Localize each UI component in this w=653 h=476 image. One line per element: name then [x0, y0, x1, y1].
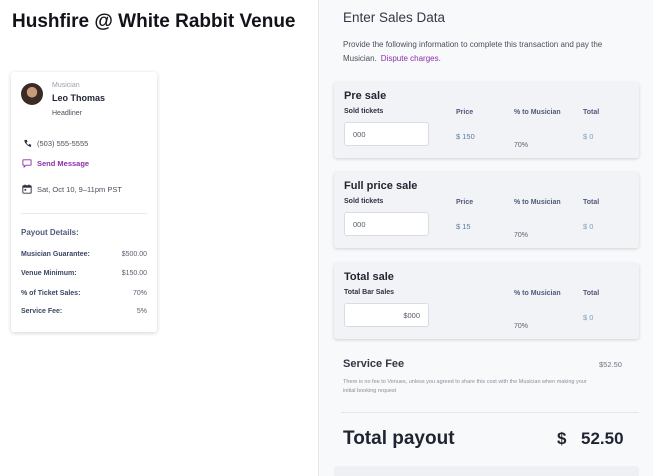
totalsale-card: Total sale Total Bar Sales $000 % to Mus… [334, 263, 639, 339]
card-title: Full price sale [344, 180, 418, 192]
service-fee-note: There is no fee to Venues, unless you ag… [343, 379, 587, 394]
form-heading: Enter Sales Data [343, 10, 446, 25]
price-value: $ 15 [456, 222, 471, 231]
payout-detail-row: Service Fee: 5% [21, 308, 147, 315]
phone-row: (503) 555-5555 [21, 139, 88, 148]
service-fee-label: Service Fee [343, 358, 405, 370]
card-title: Pre sale [344, 90, 387, 102]
presale-card: Pre sale Sold tickets 000 Price $ 150 % … [334, 82, 639, 158]
price-label: Price [456, 109, 474, 116]
avatar [21, 83, 43, 105]
event-title: Hushfire @ White Rabbit Venue [12, 11, 296, 32]
total-label: Total [583, 199, 600, 206]
phone-icon [21, 139, 33, 148]
payout-detail-label: Musician Guarantee: [21, 251, 90, 258]
next-section-edge [334, 466, 639, 476]
musician-card: Musician Leo Thomas Headliner (503) 555-… [11, 72, 157, 332]
fullprice-tickets-input[interactable]: 000 [344, 212, 429, 236]
pct-value: 70% [514, 142, 529, 149]
total-label: Total [583, 290, 600, 297]
left-panel: Hushfire @ White Rabbit Venue Musician L… [0, 0, 318, 476]
price-value: $ 150 [456, 132, 475, 141]
total-value: $ 0 [583, 222, 594, 231]
dispute-charges-link[interactable]: Dispute charges. [381, 54, 441, 63]
total-label: Total [583, 109, 600, 116]
payout-detail-label: % of Ticket Sales: [21, 290, 81, 297]
total-value: $ 0 [583, 132, 594, 141]
send-message-label: Send Message [37, 159, 90, 168]
fullprice-card: Full price sale Sold tickets 000 Price $… [334, 172, 639, 248]
field-label: Sold tickets [344, 108, 384, 115]
musician-name: Leo Thomas [52, 93, 106, 103]
event-date-row: Sat, Oct 10, 9–11pm PST [21, 184, 122, 194]
form-intro: Provide the following information to com… [343, 38, 643, 66]
payout-detail-label: Service Fee: [21, 308, 63, 315]
sales-form-panel: Enter Sales Data Provide the following i… [319, 0, 653, 476]
payout-details-heading: Payout Details: [21, 228, 79, 237]
pct-value: 70% [514, 323, 529, 330]
message-icon [21, 159, 33, 168]
total-payout-label: Total payout [343, 428, 455, 449]
event-datetime: Sat, Oct 10, 9–11pm PST [37, 184, 122, 194]
divider [341, 412, 639, 413]
service-fee-value: $52.50 [599, 360, 622, 369]
price-label: Price [456, 199, 474, 206]
presale-tickets-input[interactable]: 000 [344, 122, 429, 146]
payout-detail-row: Musician Guarantee: $500.00 [21, 251, 147, 258]
field-label: Sold tickets [344, 198, 384, 205]
payout-detail-row: Venue Minimum: $150.00 [21, 270, 147, 277]
payout-detail-value: 5% [136, 308, 147, 315]
total-payout-currency: $ [557, 429, 567, 448]
musician-role-label: Musician [52, 82, 80, 89]
payout-detail-label: Venue Minimum: [21, 270, 77, 277]
musician-billing: Headliner [52, 110, 82, 117]
pct-label: % to Musician [514, 109, 561, 116]
payout-detail-value: 70% [132, 290, 147, 297]
field-label: Total Bar Sales [344, 289, 395, 296]
payout-detail-value: $150.00 [121, 270, 147, 277]
payout-detail-row: % of Ticket Sales: 70% [21, 290, 147, 297]
divider [21, 213, 147, 214]
bar-sales-input[interactable]: $000 [344, 303, 429, 327]
send-message-link[interactable]: Send Message [21, 159, 89, 168]
calendar-icon [21, 184, 33, 194]
payout-detail-value: $500.00 [121, 251, 147, 258]
pct-value: 70% [514, 232, 529, 239]
pct-label: % to Musician [514, 199, 561, 206]
phone-number: (503) 555-5555 [37, 139, 89, 148]
total-payout-value: 52.50 [581, 429, 624, 448]
pct-label: % to Musician [514, 290, 561, 297]
card-title: Total sale [344, 271, 394, 283]
total-value: $ 0 [583, 313, 594, 322]
